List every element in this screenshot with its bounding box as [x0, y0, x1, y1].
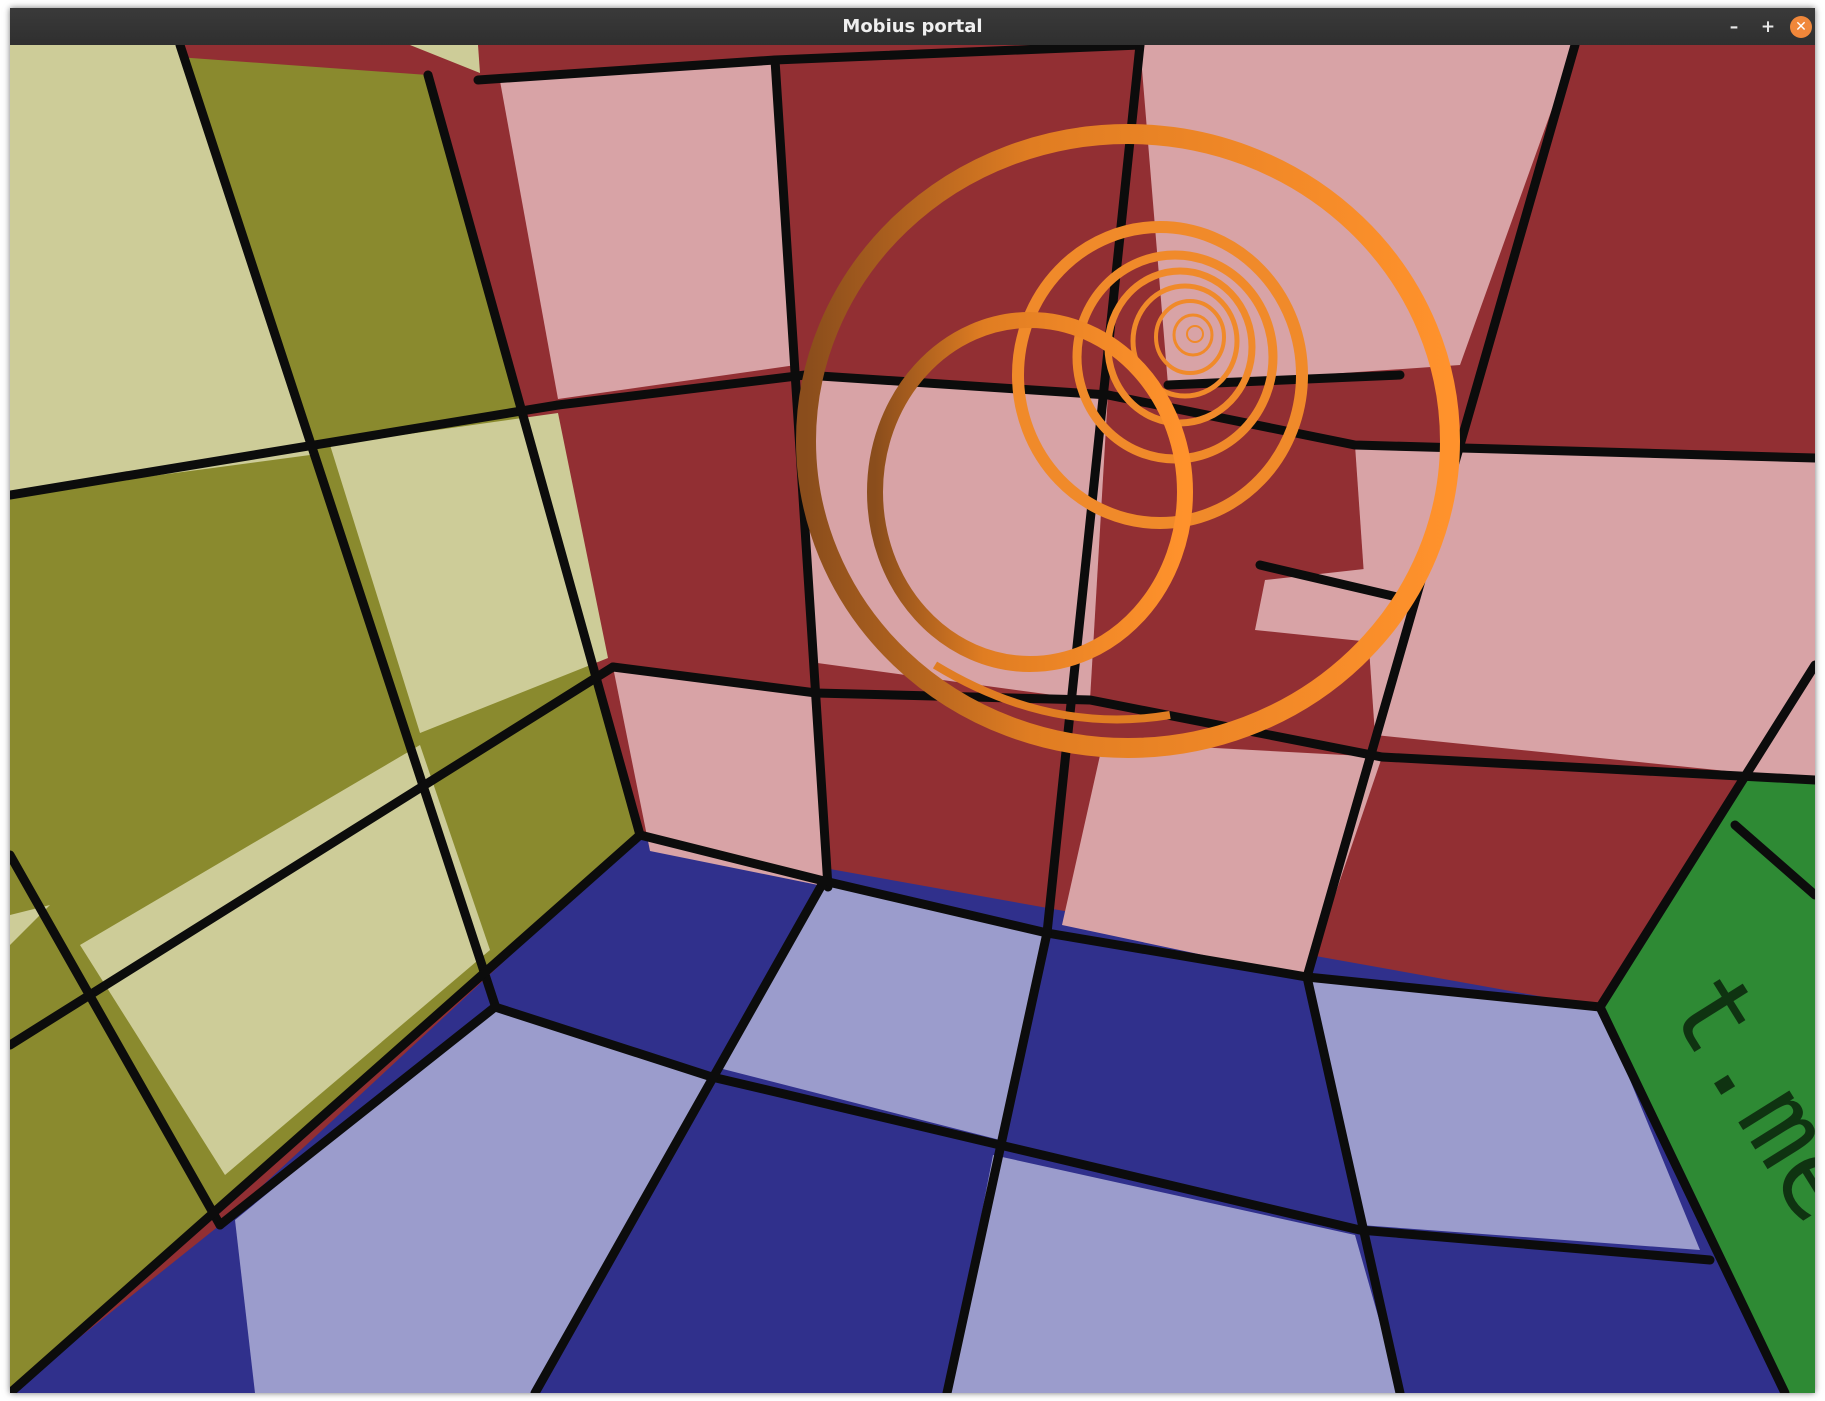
scene-canvas: t.me	[10, 45, 1815, 1393]
app-window: Mobius portal – + ✕ t.me	[10, 8, 1815, 1393]
close-button[interactable]: ✕	[1790, 16, 1812, 38]
title-bar[interactable]: Mobius portal – + ✕	[10, 8, 1815, 46]
window-title: Mobius portal	[842, 16, 983, 37]
maximize-button[interactable]: +	[1757, 16, 1779, 38]
game-viewport[interactable]: t.me	[10, 45, 1815, 1393]
minimize-button[interactable]: –	[1723, 16, 1745, 38]
